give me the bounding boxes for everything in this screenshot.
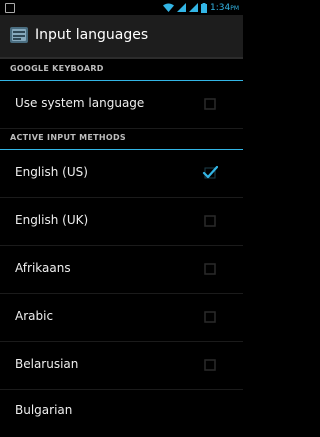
use-system-language-label: Use system language bbox=[15, 96, 145, 110]
signal-icon-2 bbox=[188, 3, 198, 12]
checkbox-unchecked-icon[interactable] bbox=[202, 213, 218, 229]
language-row-belarusian[interactable]: Belarusian bbox=[0, 342, 243, 390]
section-header-label: ACTIVE INPUT METHODS bbox=[10, 133, 126, 142]
section-header-active-input-methods: ACTIVE INPUT METHODS bbox=[0, 129, 243, 150]
signal-icon bbox=[176, 3, 186, 12]
status-time: 1:34PM bbox=[210, 3, 239, 13]
page-title: Input languages bbox=[35, 27, 149, 43]
checkbox-unchecked-icon[interactable] bbox=[202, 96, 218, 112]
language-row-english-uk[interactable]: English (UK) bbox=[0, 198, 243, 246]
status-bar: 1:34PM bbox=[0, 0, 243, 15]
checkmark-icon[interactable] bbox=[202, 165, 218, 181]
image-notification-icon bbox=[5, 3, 15, 13]
language-row-afrikaans[interactable]: Afrikaans bbox=[0, 246, 243, 294]
language-label: Bulgarian bbox=[15, 403, 73, 417]
section-header-google-keyboard: GOOGLE KEYBOARD bbox=[0, 60, 243, 81]
status-icons: 1:34PM bbox=[162, 1, 239, 14]
section-header-label: GOOGLE KEYBOARD bbox=[10, 64, 104, 73]
keyboard-settings-icon[interactable] bbox=[10, 27, 28, 43]
checkbox-unchecked-icon[interactable] bbox=[202, 357, 218, 373]
language-label: English (US) bbox=[15, 165, 88, 179]
language-label: Arabic bbox=[15, 309, 54, 323]
time-ampm: PM bbox=[230, 4, 239, 12]
wifi-icon bbox=[162, 3, 174, 12]
battery-icon bbox=[200, 2, 207, 13]
checkbox-unchecked-icon[interactable] bbox=[202, 261, 218, 277]
use-system-language-row[interactable]: Use system language bbox=[0, 81, 243, 129]
language-label: Afrikaans bbox=[15, 261, 71, 275]
language-label: English (UK) bbox=[15, 213, 89, 227]
language-row-english-us[interactable]: English (US) bbox=[0, 150, 243, 198]
time-value: 1:34 bbox=[209, 2, 231, 13]
action-bar: Input languages bbox=[0, 15, 243, 59]
language-row-arabic[interactable]: Arabic bbox=[0, 294, 243, 342]
language-label: Belarusian bbox=[15, 357, 79, 371]
checkbox-unchecked-icon[interactable] bbox=[202, 309, 218, 325]
